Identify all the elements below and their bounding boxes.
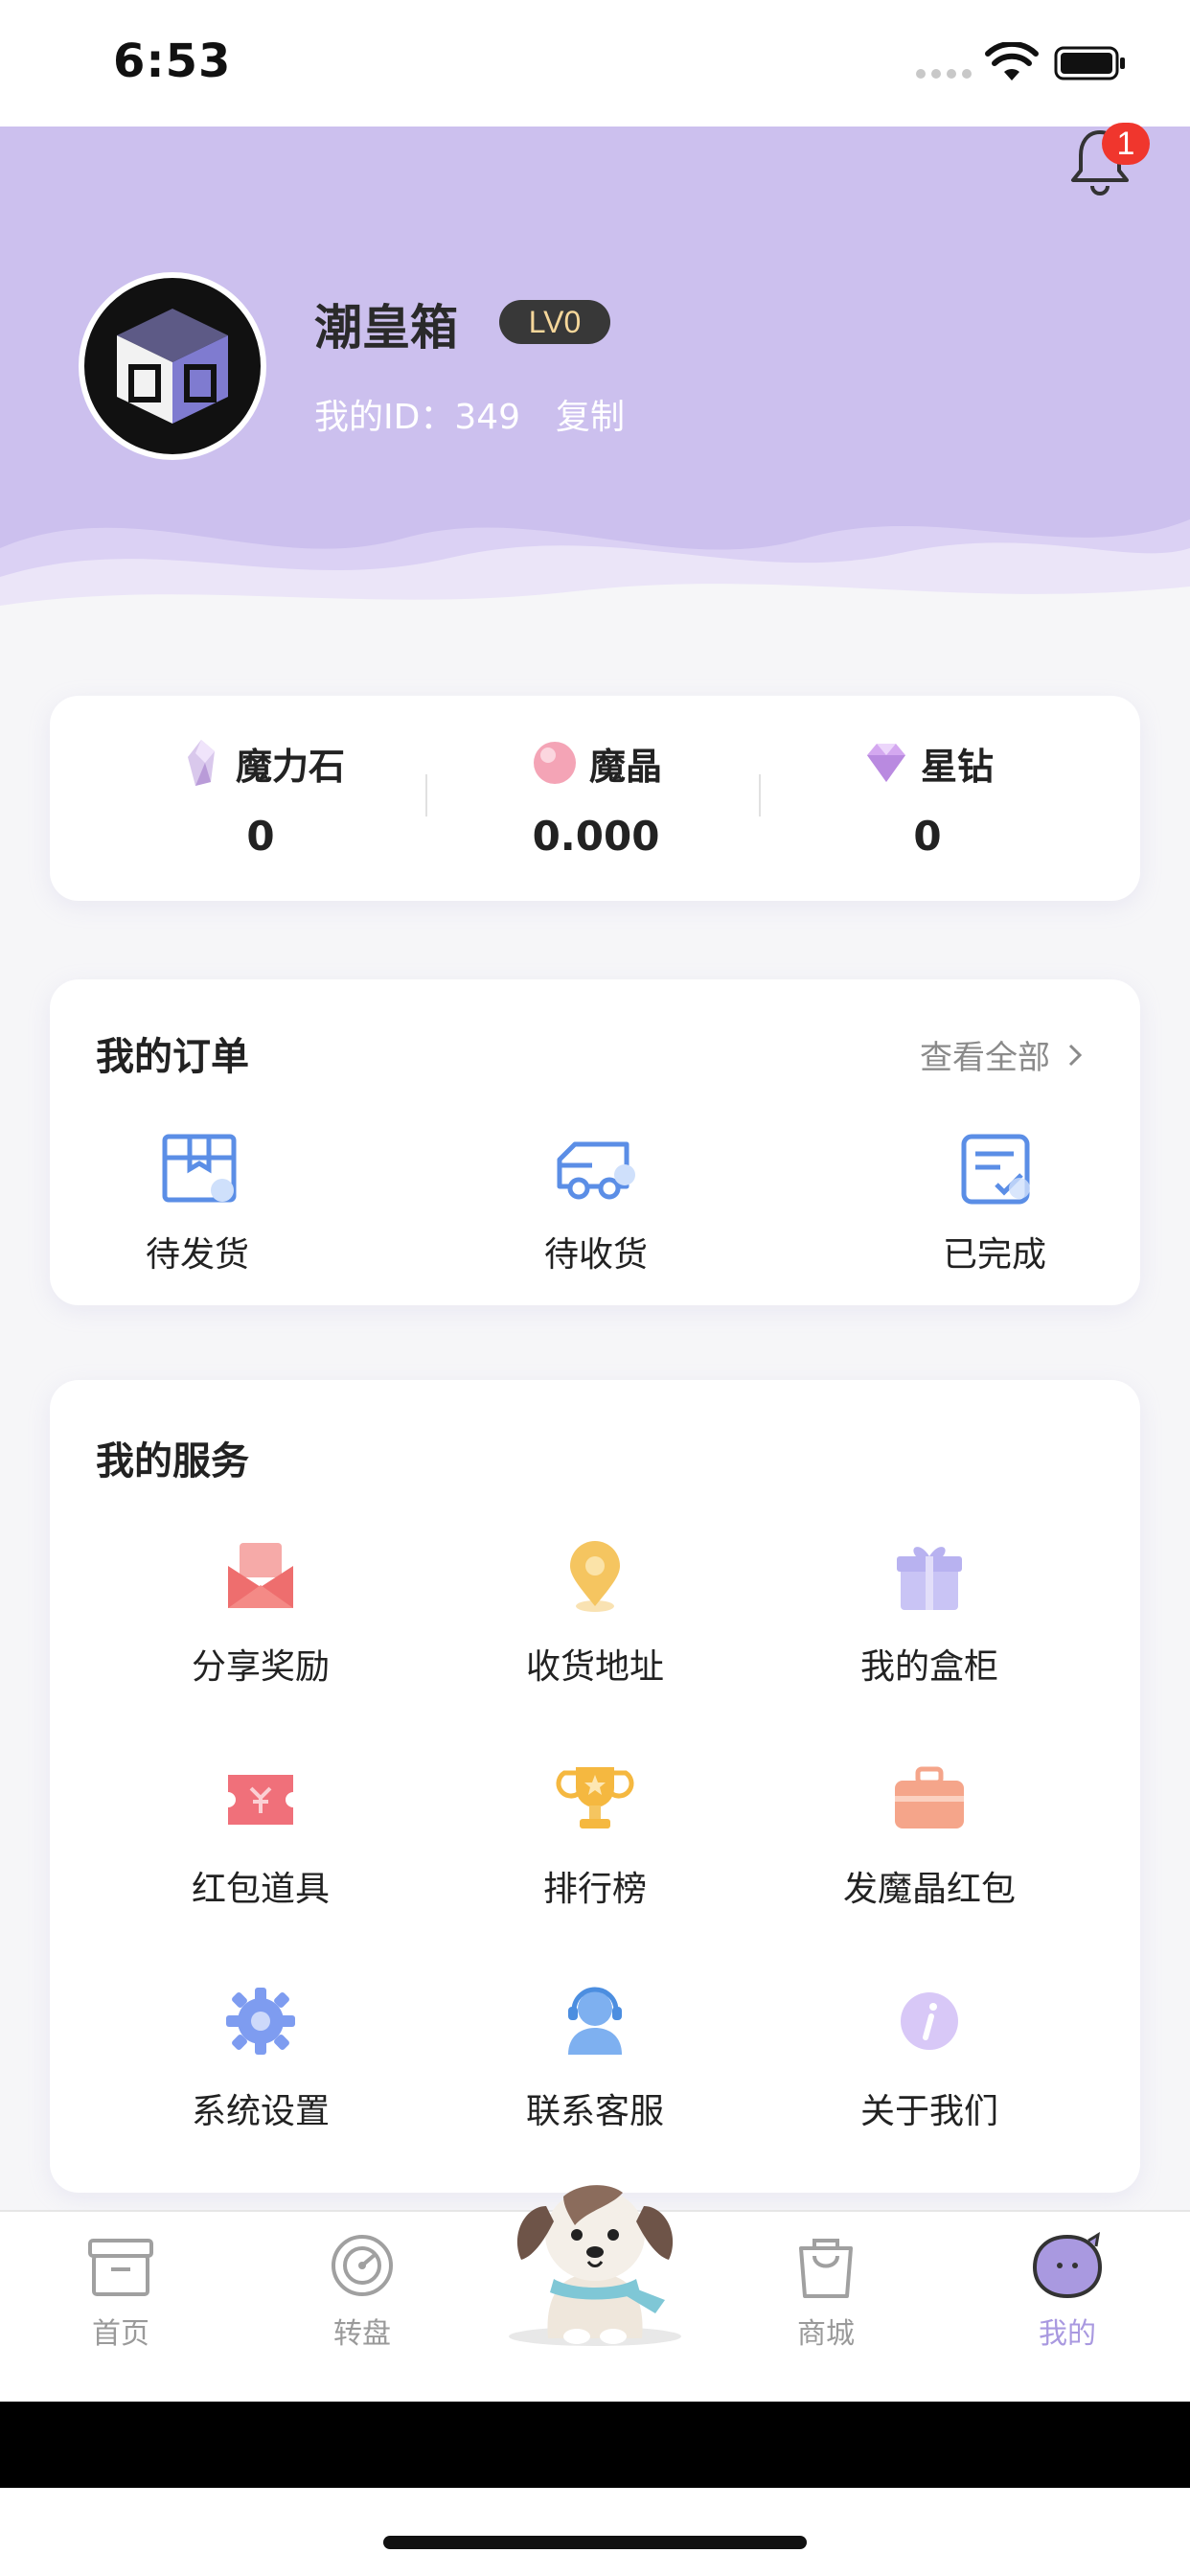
service-share-reward[interactable]: 分享奖励 [126,1537,395,1689]
order-pending-shipment[interactable]: 待发货 [92,1131,303,1276]
diamond-icon [866,744,905,782]
package-icon [162,1134,237,1203]
notification-badge: 1 [1102,123,1150,165]
home-box-icon [88,2239,153,2296]
currency-label: 星钻 [920,745,994,788]
profile-blob-icon [1032,2232,1103,2299]
service-send-crystal-envelope[interactable]: 发魔晶红包 [795,1760,1064,1911]
divider [759,774,761,816]
customer-service-icon [568,1987,622,2055]
service-label: 发魔晶红包 [842,1870,1016,1909]
currency-value: 0 [913,813,942,860]
spin-wheel-icon [332,2235,393,2296]
completed-icon [961,1134,1030,1205]
currency-card: 魔力石 0 魔晶 0.000 星钻 0 [50,696,1140,901]
tab-home[interactable]: 首页 [44,2231,197,2352]
order-label: 待收货 [543,1235,648,1275]
user-name: 潮皇箱 [314,300,458,356]
header-wave-decoration [0,519,1190,625]
location-pin-icon [570,1541,620,1612]
shopping-bag-icon [799,2239,853,2298]
gear-icon [226,1988,295,2055]
view-all-label: 查看全部 [920,1039,1050,1077]
service-customer-support[interactable]: 联系客服 [461,1982,729,2133]
truck-icon [557,1141,635,1200]
currency-orb[interactable]: 魔晶 0.000 [452,734,740,860]
wifi-icon [985,42,1039,80]
currency-value: 0 [246,813,275,860]
orb-icon [533,742,576,784]
order-completed[interactable]: 已完成 [889,1131,1100,1276]
service-label: 我的盒柜 [859,1647,998,1687]
service-settings[interactable]: 系统设置 [126,1982,395,2133]
currency-crystal[interactable]: 魔力石 0 [117,734,404,860]
divider [425,774,427,816]
service-red-envelope-props[interactable]: 红包道具 [126,1760,395,1911]
service-address[interactable]: 收货地址 [461,1537,729,1689]
currency-label: 魔晶 [588,745,662,788]
share-reward-icon [228,1543,293,1608]
service-label: 联系客服 [525,2092,664,2131]
service-label: 系统设置 [191,2092,330,2131]
currency-diamond[interactable]: 星钻 0 [784,734,1071,860]
orders-card: 我的订单 查看全部 待发货 待收货 已完成 [50,979,1140,1305]
tab-label: 转盘 [333,2317,391,2351]
user-id: 我的ID：349 [314,398,521,437]
black-strip [0,2402,1190,2488]
service-leaderboard[interactable]: 排行榜 [461,1760,729,1911]
chevron-right-icon [1068,1044,1083,1066]
order-label: 待发货 [145,1235,249,1275]
services-title: 我的服务 [96,1439,249,1484]
tab-label: 我的 [1039,2317,1096,2351]
order-pending-receipt[interactable]: 待收货 [491,1131,701,1276]
service-box-cabinet[interactable]: 我的盒柜 [795,1537,1064,1689]
service-label: 红包道具 [191,1870,330,1909]
tab-spin-wheel[interactable]: 转盘 [286,2231,439,2352]
battery-icon [1054,46,1125,80]
avatar[interactable] [79,272,266,460]
service-label: 关于我们 [859,2092,998,2131]
trophy-icon [556,1767,634,1828]
view-all-orders-link[interactable]: 查看全部 [920,1031,1083,1078]
currency-value: 0.000 [532,813,660,860]
tab-mine[interactable]: 我的 [991,2231,1144,2352]
info-icon [901,1992,958,2050]
tab-label: 商城 [797,2317,855,2351]
puppy-mascot-icon[interactable] [496,2168,694,2350]
status-time: 6:53 [113,34,232,88]
currency-label: 魔力石 [235,745,345,788]
brand-cube-logo-icon [117,309,228,424]
service-label: 分享奖励 [191,1647,330,1687]
crystal-icon [187,740,215,786]
status-bar: 6:53 [0,0,1190,126]
level-badge: LV0 [499,300,610,344]
gift-box-icon [897,1547,962,1610]
orders-title: 我的订单 [96,1035,249,1079]
service-about-us[interactable]: 关于我们 [795,1982,1064,2133]
signal-dots-icon [916,69,972,79]
tab-label: 首页 [92,2317,149,2351]
red-ticket-icon [228,1775,293,1825]
service-label: 排行榜 [542,1870,647,1909]
home-indicator-area [0,2488,1190,2576]
services-card: 我的服务 分享奖励 收货地址 我的盒柜 红包道具 排行榜 发魔晶红包 系统设置 … [50,1380,1140,2193]
briefcase-icon [895,1766,964,1828]
tab-shop[interactable]: 商城 [749,2231,903,2352]
copy-id-button[interactable]: 复制 [556,389,625,439]
service-label: 收货地址 [525,1647,664,1687]
home-indicator[interactable] [383,2536,807,2549]
order-label: 已完成 [942,1235,1046,1275]
